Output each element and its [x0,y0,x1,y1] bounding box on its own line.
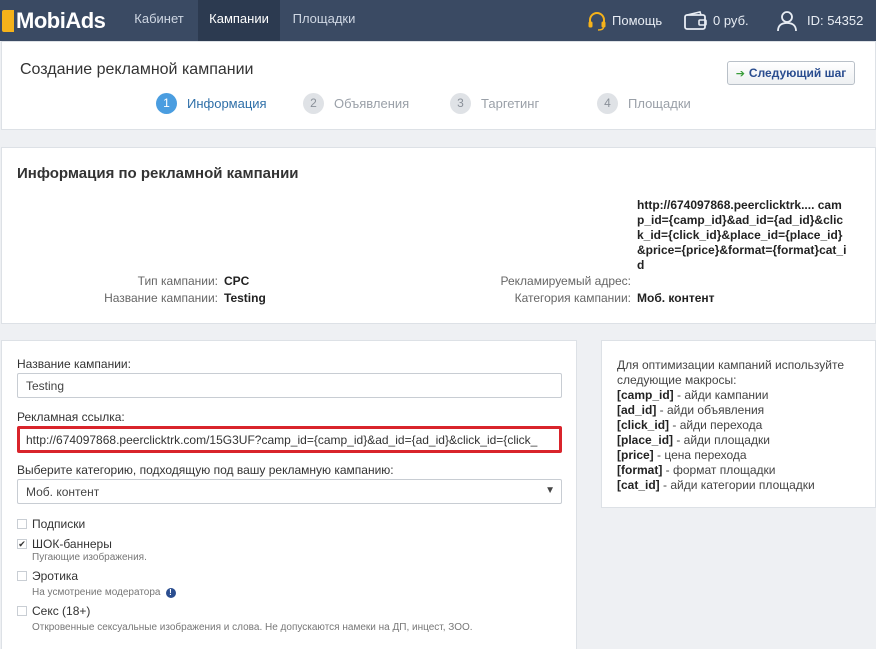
macro-key: [format] [617,463,663,477]
headset-icon [588,11,606,31]
address-label: Рекламируемый адрес: [500,274,631,288]
wallet-icon [684,10,707,30]
help-link[interactable]: Помощь [586,0,662,41]
caret-down-icon: ▼ [545,485,555,496]
macro-item: [click_id] - айди перехода [617,418,762,432]
step-places[interactable]: 4 Площадки [597,92,691,114]
checkbox[interactable] [17,606,27,616]
campaign-name-input[interactable]: Testing [17,373,562,398]
option-label: Эротика [32,569,79,583]
name-field-label: Название кампании: [17,357,131,371]
macro-item: [price] - цена перехода [617,448,747,462]
macro-key: [camp_id] [617,388,674,402]
step-ads[interactable]: 2 Объявления [303,92,410,114]
info-icon[interactable]: ! [165,587,176,598]
step-label: Информация [187,95,267,111]
macro-desc: - айди объявления [656,403,765,417]
hint-text: На усмотрение модератора [32,587,161,598]
option-hint: Пугающие изображения. [32,552,147,563]
next-step-label: Следующий шаг [748,66,847,80]
macro-desc: - айди площадки [673,433,770,447]
link-field-label: Рекламная ссылка: [17,410,125,424]
macro-key: [click_id] [617,418,670,432]
option-shock-banners[interactable]: ✔ ШОК-баннеры [17,537,112,551]
macro-item: [place_id] - айди площадки [617,433,770,447]
macro-item: [cat_id] - айди категории площадки [617,478,815,492]
option-erotica[interactable]: Эротика [17,569,78,583]
step-targeting[interactable]: 3 Таргетинг [450,92,540,114]
checkbox[interactable] [17,519,27,529]
option-sex[interactable]: Секс (18+) [17,604,90,618]
nav-item-places[interactable]: Площадки [280,0,368,41]
checkbox[interactable] [17,571,27,581]
option-label: Подписки [32,517,86,531]
macro-desc: - айди перехода [669,418,763,432]
macro-key: [price] [617,448,654,462]
option-hint: Откровенные сексуальные изображения и сл… [32,622,473,633]
step-number: 4 [597,92,618,114]
option-label: Секс (18+) [32,604,91,618]
category-field-label: Выберите категорию, подходящую под вашу … [17,463,394,477]
step-number: 2 [303,92,324,114]
checkbox-checked[interactable]: ✔ [17,539,27,549]
hint-text: Откровенные сексуальные изображения и сл… [32,622,473,633]
type-label: Тип кампании: [137,274,218,288]
next-step-button[interactable]: ➔ Следующий шаг [727,61,855,85]
step-label: Объявления [334,95,410,111]
category-select-value: Моб. контент [26,484,100,499]
category-select[interactable]: Моб. контент ▼ [17,479,562,504]
balance-link[interactable]: 0 руб. [683,0,749,41]
step-number: 3 [450,92,471,114]
name-value: Testing [224,291,266,305]
category-label: Категория кампании: [514,291,631,305]
balance-value: 0 руб. [713,13,749,28]
logo-text: MobiAds [16,7,106,33]
macro-desc: - айди кампании [673,388,769,402]
type-value: CPC [224,274,250,288]
address-value: http://674097868.peerclicktrk.... camp_i… [637,198,847,272]
category-value: Моб. контент [637,291,715,305]
macro-desc: - формат площадки [662,463,776,477]
top-navbar: MobiAds Кабинет Кампании Площадки Помощь… [0,0,876,41]
option-hint: На усмотрение модератора ! [32,587,176,598]
option-subscriptions[interactable]: Подписки [17,517,85,531]
page-title: Создание рекламной кампании [20,61,254,78]
macros-intro: Для оптимизации кампаний используйте сле… [617,358,845,387]
logo-mark-icon [2,9,14,32]
step-number: 1 [156,92,177,114]
nav-item-campaigns[interactable]: Кампании [198,0,280,41]
user-icon [777,10,797,31]
info-section-title: Информация по рекламной кампании [17,165,299,182]
user-id: ID: 54352 [807,13,864,28]
arrow-right-icon: ➔ [735,67,745,80]
step-label: Таргетинг [481,95,540,111]
ad-link-input[interactable]: http://674097868.peerclicktrk.com/15G3UF… [17,426,562,453]
macro-key: [place_id] [617,433,674,447]
user-menu[interactable]: ID: 54352 [775,0,863,41]
wizard-panel [1,41,876,130]
macro-desc: - цена перехода [653,448,747,462]
option-label: ШОК-баннеры [32,537,112,551]
name-label: Название кампании: [104,291,218,305]
hint-text: Пугающие изображения. [32,552,147,563]
macro-key: [ad_id] [617,403,657,417]
help-label: Помощь [612,13,663,28]
nav-item-cabinet[interactable]: Кабинет [120,0,198,41]
macro-item: [ad_id] - айди объявления [617,403,764,417]
step-info[interactable]: 1 Информация [156,92,267,114]
macro-item: [camp_id] - айди кампании [617,388,768,402]
logo[interactable]: MobiAds [0,0,106,41]
macro-item: [format] - формат площадки [617,463,776,477]
macro-key: [cat_id] [617,478,660,492]
macro-desc: - айди категории площадки [659,478,815,492]
step-label: Площадки [628,95,691,111]
